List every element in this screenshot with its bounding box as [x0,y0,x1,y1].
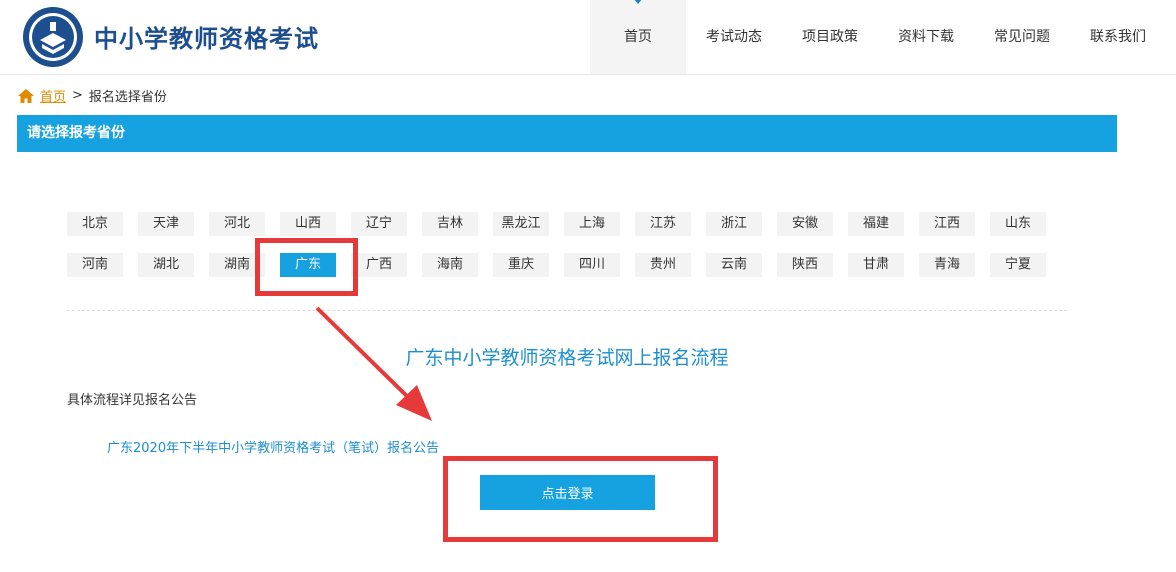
annotation-arrow-icon [315,306,432,421]
